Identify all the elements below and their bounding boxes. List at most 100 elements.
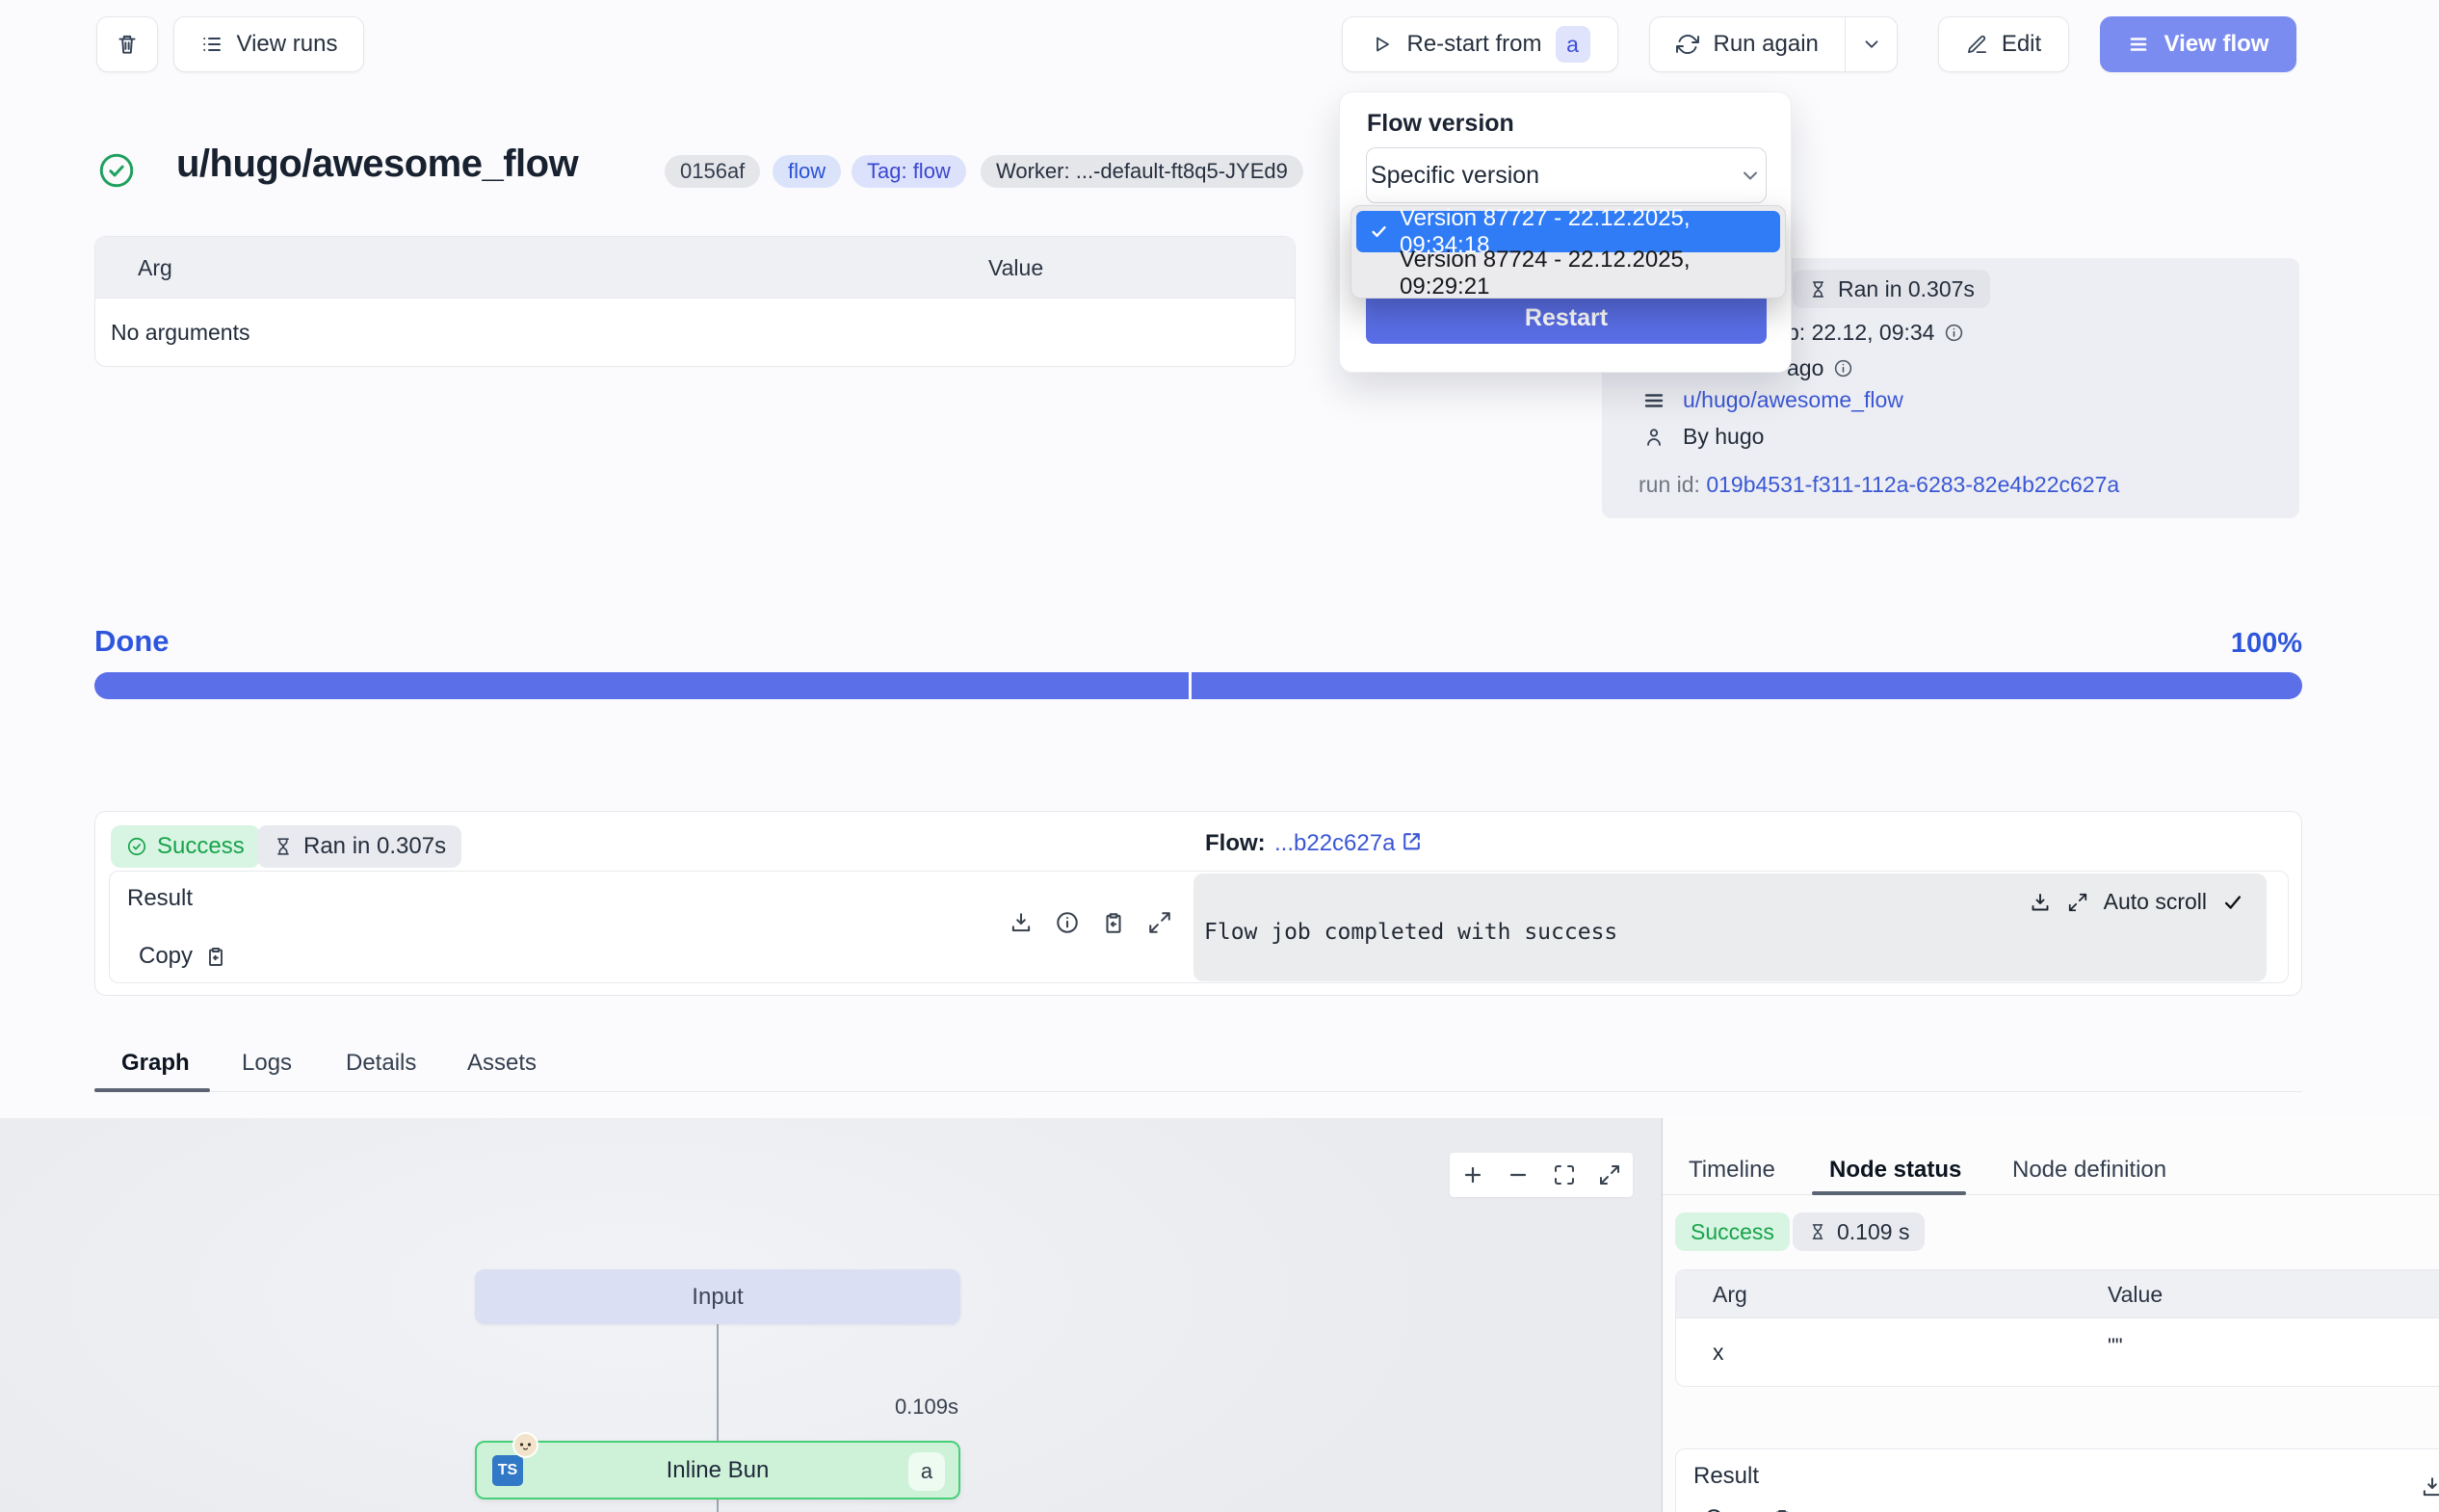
menu-bars-icon — [1642, 389, 1665, 412]
restart-from-button[interactable]: Re-start from a — [1342, 16, 1618, 72]
node-id-badge: a — [908, 1452, 945, 1491]
typescript-icon: TS — [492, 1455, 523, 1486]
active-tab-underline — [94, 1088, 210, 1092]
list-icon — [200, 33, 223, 56]
expand-icon[interactable] — [1147, 910, 1172, 935]
node-success-badge: Success — [1675, 1212, 1790, 1251]
result-actions — [1009, 910, 1172, 935]
node-result-box: Result Copy — [1675, 1448, 2439, 1512]
node-duration-badge: 0.109 s — [1793, 1212, 1925, 1251]
view-flow-label: View flow — [2164, 31, 2269, 58]
check-icon — [2222, 892, 2243, 913]
graph-edge — [717, 1324, 719, 1441]
run-again-dropdown[interactable] — [1845, 16, 1897, 72]
trash-icon — [115, 32, 140, 57]
check-circle-icon — [126, 836, 147, 857]
copy-node-result-button[interactable]: Copy — [1705, 1505, 1794, 1512]
no-arguments-text: No arguments — [111, 320, 249, 346]
created-by-row: By hugo — [1642, 424, 1764, 450]
table-row: x "" — [1676, 1318, 2439, 1387]
hourglass-icon — [1808, 1222, 1827, 1241]
inline-bun-node[interactable]: TS Inline Bun a — [475, 1441, 960, 1499]
tab-node-definition[interactable]: Node definition — [2012, 1157, 2166, 1184]
info-icon[interactable] — [1944, 323, 1964, 343]
log-controls: Auto scroll — [2029, 889, 2243, 915]
node-args-table: Arg Value x "" — [1675, 1269, 2439, 1387]
log-text: Flow job completed with success — [1204, 920, 1617, 945]
value-column-header: Value — [2108, 1282, 2163, 1308]
copy-result-button[interactable]: Copy — [139, 943, 227, 970]
ran-in-badge: Ran in 0.307s — [257, 825, 461, 868]
zoom-in-button[interactable] — [1461, 1163, 1484, 1186]
play-icon — [1370, 33, 1393, 56]
auto-scroll-toggle[interactable]: Auto scroll — [2104, 889, 2207, 915]
info-icon[interactable] — [1055, 910, 1080, 935]
panel-active-tab-underline — [1812, 1191, 1966, 1195]
result-box: Result Copy Flow job completed with succ… — [109, 871, 2289, 983]
restart-from-label: Re-start from — [1406, 31, 1541, 58]
run-again-label: Run again — [1713, 31, 1818, 58]
flow-graph-canvas[interactable]: Input 0.109s TS Inline Bun a — [0, 1118, 1662, 1512]
started-at-row: b: 22.12, 09:34 — [1787, 320, 1964, 346]
version-select[interactable]: Specific version — [1366, 147, 1767, 203]
progress-percent: 100% — [2231, 628, 2302, 660]
tab-timeline[interactable]: Timeline — [1689, 1157, 1775, 1184]
clipboard-icon[interactable] — [1101, 910, 1126, 935]
hash-badge: 0156af — [665, 155, 760, 188]
progress-bar — [94, 672, 2302, 699]
arg-column-header: Arg — [1713, 1282, 1747, 1308]
expand-graph-button[interactable] — [1598, 1163, 1621, 1186]
success-badge: Success — [111, 825, 260, 868]
fit-view-button[interactable] — [1553, 1163, 1576, 1186]
graph-edge — [717, 1499, 719, 1512]
hourglass-icon — [1808, 279, 1828, 300]
external-link-icon[interactable] — [1400, 829, 1424, 853]
view-runs-button[interactable]: View runs — [173, 16, 364, 72]
tab-logs[interactable]: Logs — [242, 1050, 292, 1077]
flow-label: Flow: — [1205, 830, 1266, 857]
tab-assets[interactable]: Assets — [467, 1050, 537, 1077]
info-icon[interactable] — [1833, 358, 1853, 378]
value-column-header: Value — [988, 255, 1043, 281]
zoom-out-button[interactable] — [1507, 1163, 1530, 1186]
chevron-down-icon — [1739, 164, 1766, 187]
download-icon[interactable] — [2029, 891, 2052, 914]
flow-path-row: u/hugo/awesome_flow — [1642, 387, 1903, 413]
tag-badge: Tag: flow — [852, 155, 966, 188]
run-id-link[interactable]: 019b4531-f311-112a-6283-82e4b22c627a — [1706, 472, 2119, 497]
edit-button[interactable]: Edit — [1938, 16, 2069, 72]
view-flow-button[interactable]: View flow — [2100, 16, 2296, 72]
flow-path-link[interactable]: u/hugo/awesome_flow — [1683, 387, 1903, 413]
run-again-main[interactable]: Run again — [1650, 31, 1845, 58]
edit-label: Edit — [2002, 31, 2041, 58]
pencil-icon — [1966, 34, 1988, 56]
run-again-button[interactable]: Run again — [1649, 16, 1898, 72]
clipboard-icon — [1770, 1507, 1794, 1512]
delete-run-button[interactable] — [96, 16, 158, 72]
input-node[interactable]: Input — [475, 1269, 960, 1324]
progress-segment-divider — [1189, 672, 1192, 699]
view-runs-label: View runs — [237, 31, 338, 58]
download-icon[interactable] — [1009, 910, 1034, 935]
expand-icon[interactable] — [2067, 892, 2088, 913]
download-icon[interactable] — [2420, 1474, 2439, 1499]
ago-row: ago — [1787, 355, 1853, 381]
clipboard-icon — [204, 945, 227, 968]
arg-value: "" — [2108, 1334, 2123, 1359]
version-option[interactable]: Version 87724 - 22.12.2025, 09:29:21 — [1356, 252, 1780, 294]
page-title: u/hugo/awesome_flow — [176, 143, 578, 186]
refresh-icon — [1676, 33, 1699, 56]
arguments-table: Arg Value No arguments — [94, 236, 1296, 367]
check-circle-icon — [96, 150, 137, 191]
arg-column-header: Arg — [138, 255, 172, 281]
tab-graph[interactable]: Graph — [121, 1050, 190, 1077]
tab-node-status[interactable]: Node status — [1829, 1157, 1961, 1184]
panel-tabs-divider — [1663, 1194, 2439, 1195]
worker-badge: Worker: ...-default-ft8q5-JYEd9 — [981, 155, 1303, 188]
tabs-divider — [94, 1091, 2302, 1092]
ran-in-chip: Ran in 0.307s — [1793, 270, 1990, 308]
kind-badge: flow — [773, 155, 841, 188]
log-panel: Flow job completed with success Auto scr… — [1193, 873, 2267, 981]
flow-job-link[interactable]: ...b22c627a — [1274, 830, 1395, 857]
tab-details[interactable]: Details — [346, 1050, 416, 1077]
